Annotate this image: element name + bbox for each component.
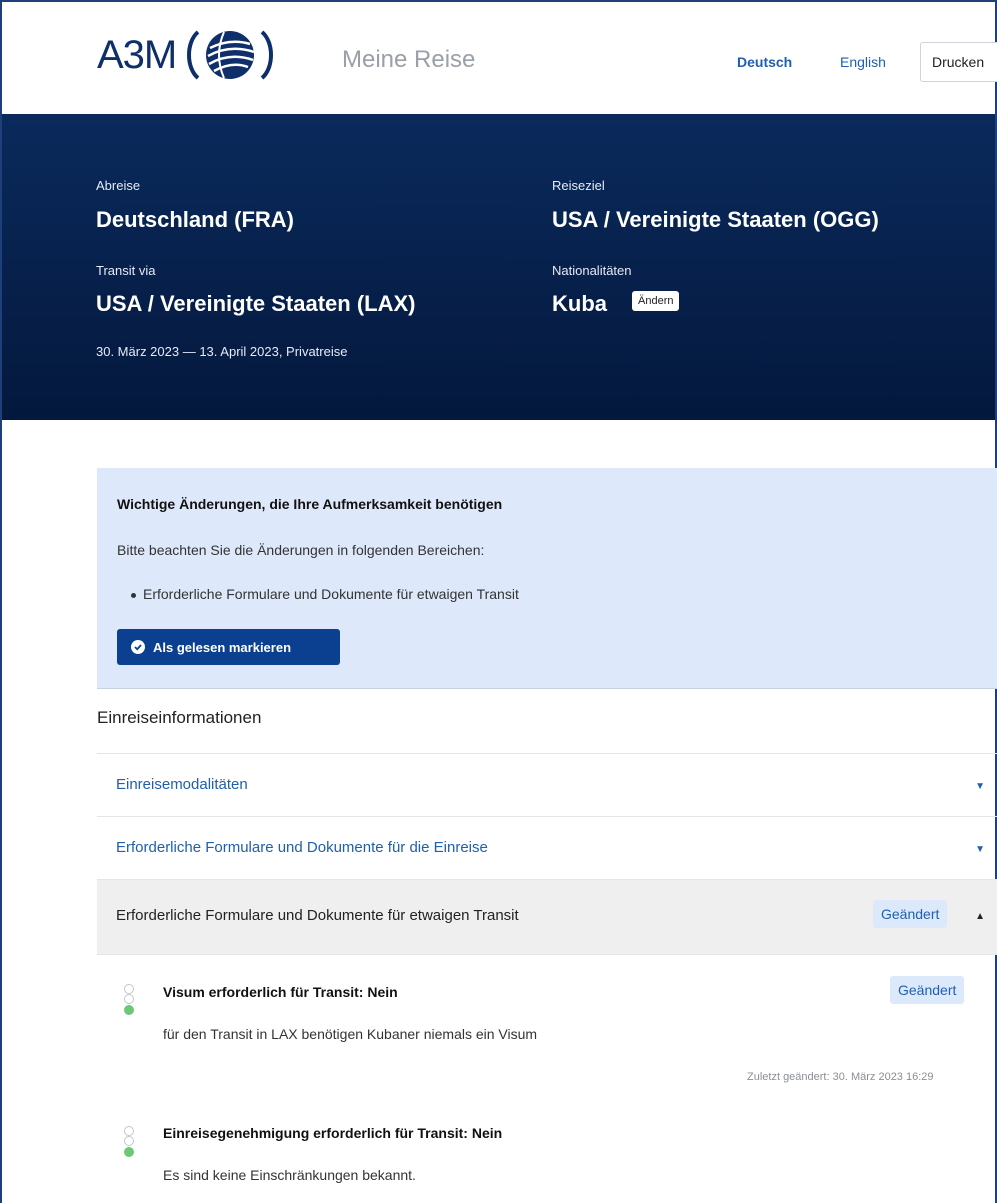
logo-text: A3M [97, 32, 177, 77]
accordion-row-transit-documents[interactable]: Erforderliche Formulare und Dokumente fü… [97, 880, 997, 955]
entry-info-accordion: Einreisemodalitäten ▼ Erforderliche Form… [97, 753, 997, 1203]
status-light-green-icon [124, 1005, 134, 1015]
destination-value: USA / Vereinigte Staaten (OGG) [552, 207, 879, 232]
item-text: für den Transit in LAX benötigen Kubaner… [163, 1026, 538, 1042]
item-title: Einreisegenehmigung erforderlich für Tra… [163, 1125, 503, 1141]
status-light-red-icon [124, 984, 134, 994]
trip-summary-banner: Abreise Deutschland (FRA) Reiseziel USA … [2, 114, 995, 420]
transit-value: USA / Vereinigte Staaten (LAX) [96, 291, 416, 316]
nationality-value: Kuba [552, 291, 607, 316]
bullet-icon [131, 593, 136, 598]
status-light-yellow-icon [124, 1136, 134, 1146]
app-tagline: Meine Reise [342, 46, 476, 73]
notice-bullet-item: Erforderliche Formulare und Dokumente fü… [143, 586, 519, 602]
accordion-row-entry-documents[interactable]: Erforderliche Formulare und Dokumente fü… [97, 817, 997, 880]
item-text: Es sind keine Einschränkungen bekannt. [163, 1167, 416, 1183]
accordion-label: Erforderliche Formulare und Dokumente fü… [116, 907, 519, 924]
chevron-down-icon: ▼ [975, 781, 985, 792]
language-english-link[interactable]: English [840, 54, 886, 70]
accordion-label: Erforderliche Formulare und Dokumente fü… [116, 839, 488, 856]
top-bar: A3M Meine Reise Deutsch English Drucken [2, 2, 997, 114]
language-deutsch-link[interactable]: Deutsch [737, 54, 792, 70]
accordion-label: Einreisemodalitäten [116, 776, 248, 793]
accordion-row-entry-modalities[interactable]: Einreisemodalitäten ▼ [97, 754, 997, 817]
changes-notice: Wichtige Änderungen, die Ihre Aufmerksam… [97, 468, 997, 689]
changed-badge: Geändert [890, 976, 965, 1004]
section-title: Einreiseinformationen [97, 708, 262, 727]
item-title: Visum erforderlich für Transit: Nein [163, 984, 398, 1000]
notice-text: Bitte beachten Sie die Änderungen in fol… [117, 542, 485, 558]
nationality-label: Nationalitäten [552, 263, 632, 278]
status-light-green-icon [124, 1147, 134, 1157]
last-changed-timestamp: Zuletzt geändert: 30. März 2023 16:29 [747, 1071, 934, 1083]
print-button[interactable]: Drucken [920, 42, 997, 82]
departure-label: Abreise [96, 178, 141, 193]
mark-as-read-label: Als gelesen markieren [153, 639, 292, 655]
chevron-down-icon: ▼ [975, 844, 985, 855]
transit-label: Transit via [96, 263, 156, 278]
status-light-yellow-icon [124, 994, 134, 1004]
check-circle-icon [131, 640, 145, 654]
departure-value: Deutschland (FRA) [96, 207, 294, 232]
changed-badge: Geändert [873, 900, 948, 928]
status-light-red-icon [124, 1126, 134, 1136]
chevron-up-icon: ▲ [975, 911, 985, 922]
notice-title: Wichtige Änderungen, die Ihre Aufmerksam… [117, 496, 503, 512]
mark-as-read-button[interactable]: Als gelesen markieren [117, 629, 340, 665]
destination-label: Reiseziel [552, 178, 605, 193]
trip-dates-type: 30. März 2023 — 13. April 2023, Privatre… [96, 344, 348, 359]
change-nationality-button[interactable]: Ändern [632, 291, 680, 311]
globe-icon [187, 30, 274, 80]
a3m-logo[interactable]: A3M [97, 28, 276, 82]
